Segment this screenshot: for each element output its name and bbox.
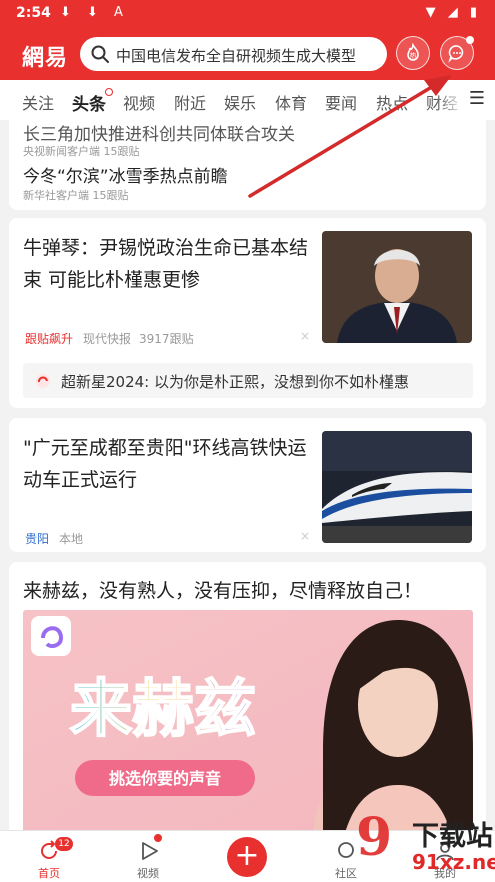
watermark-title: 下载站 [412, 821, 493, 852]
chat-bubble-icon [448, 45, 464, 63]
news-location: 贵阳 [25, 532, 50, 546]
community-icon [338, 842, 354, 858]
news-card[interactable]: "广元至成都至贵阳"环线高铁快运动车正式运行 贵阳 本地 × [9, 418, 486, 552]
watermark-logo: 9 [356, 807, 393, 868]
nav-home-label: 首页 [38, 867, 60, 880]
train-image [322, 431, 472, 543]
related-logo-icon [36, 374, 50, 388]
news-title[interactable]: "广元至成都至贵阳"环线高铁快运动车正式运行 [23, 432, 313, 496]
news-list-card: 长三角加快推进科创共同体联合攻关 央视新闻客户端 15跟贴 今冬“尔滨”冰雪季热… [9, 118, 486, 210]
tab-important[interactable]: 要闻 [325, 90, 357, 114]
netease-logo[interactable]: 網易 [22, 40, 68, 72]
tab-follow[interactable]: 关注 [22, 90, 54, 114]
fire-icon: 热 [407, 43, 419, 61]
news-source: 本地 [59, 532, 84, 546]
news-title[interactable]: 牛弹琴：尹锡悦政治生命已基本结束 可能比朴槿惠更惨 [23, 232, 313, 296]
status-bar: 2:54 ⬇ ⬇ A ▼ ◢ ▮ [0, 0, 495, 28]
status-time: 2:54 [16, 5, 51, 21]
video-dot [154, 834, 162, 842]
site-watermark: 9 下载站 91xz.net [356, 808, 495, 881]
news-thumbnail[interactable] [322, 431, 472, 543]
channel-tabs: 关注 头条 视频 附近 娱乐 体育 要闻 热点 财经 ☰ [0, 80, 495, 120]
nav-video-label: 视频 [137, 867, 159, 880]
message-button[interactable] [440, 36, 474, 70]
ad-image[interactable]: 来赫兹 挑选你要的声音 [23, 610, 473, 840]
play-icon [142, 842, 158, 860]
ad-banner-text: 挑选你要的声音 [109, 769, 221, 788]
news-item-title[interactable]: 长三角加快推进科创共同体联合攻关 [23, 120, 295, 145]
news-tag: 跟贴飙升 [25, 332, 74, 346]
related-news-title: 超新星2024: 以为你是朴正熙，没想到你不如朴槿惠 [61, 373, 409, 391]
tabs-fade [435, 80, 465, 120]
message-dot [466, 36, 474, 44]
search-bar[interactable]: 中国电信发布全自研视频生成大模型 [80, 37, 387, 71]
home-badge: 12 [55, 837, 73, 851]
news-item-title[interactable]: 今冬“尔滨”冰雪季热点前瞻 [23, 162, 228, 187]
tab-headline-label: 头条 [72, 95, 106, 115]
close-icon[interactable]: × [300, 329, 310, 343]
news-source: 现代快报 [83, 332, 132, 346]
close-icon[interactable]: × [300, 529, 310, 543]
news-comments: 3917跟贴 [139, 332, 194, 346]
menu-icon[interactable]: ☰ [462, 88, 485, 109]
nav-video[interactable]: 视频 [118, 831, 178, 882]
news-thumbnail[interactable] [322, 231, 472, 343]
nav-home[interactable]: 12 首页 [19, 831, 79, 882]
search-icon [91, 45, 109, 63]
tab-sports[interactable]: 体育 [275, 90, 307, 114]
portrait-image [322, 231, 472, 343]
tab-headline[interactable]: 头条 [72, 88, 113, 115]
tab-nearby[interactable]: 附近 [174, 90, 206, 114]
ad-brand-text: 来赫兹 [70, 672, 256, 745]
hot-label: 热 [410, 51, 417, 60]
ad-title[interactable]: 来赫兹，没有熟人，没有压抑，尽情释放自己！ [23, 576, 422, 603]
app-header: 網易 中国电信发布全自研视频生成大模型 热 [0, 28, 495, 80]
system-icons: ▼ ◢ ▮ [425, 5, 481, 20]
tab-headline-dot [105, 88, 113, 96]
search-placeholder: 中国电信发布全自研视频生成大模型 [116, 47, 357, 65]
news-card[interactable]: 牛弹琴：尹锡悦政治生命已基本结束 可能比朴槿惠更惨 跟贴飙升 现代快报 3917跟贴… [9, 218, 486, 408]
news-item-meta: 央视新闻客户端 15跟贴 [23, 145, 140, 158]
tab-hot[interactable]: 热点 [376, 90, 408, 114]
ad-banner-image: 来赫兹 挑选你要的声音 [23, 610, 473, 840]
tab-video[interactable]: 视频 [123, 90, 155, 114]
news-meta: 贵阳 本地 [25, 530, 83, 547]
notification-icons: ⬇ ⬇ A [60, 5, 129, 20]
tab-entertainment[interactable]: 娱乐 [224, 90, 256, 114]
news-item-meta: 新华社客户端 15跟贴 [23, 189, 129, 202]
related-news[interactable]: 超新星2024: 以为你是朴正熙，没想到你不如朴槿惠 [23, 363, 473, 398]
news-meta: 跟贴飙升 现代快报 3917跟贴 [25, 330, 194, 347]
watermark-url: 91xz.net [412, 850, 495, 874]
publish-plus-button[interactable]: + [227, 837, 267, 877]
hot-button[interactable]: 热 [396, 36, 430, 70]
